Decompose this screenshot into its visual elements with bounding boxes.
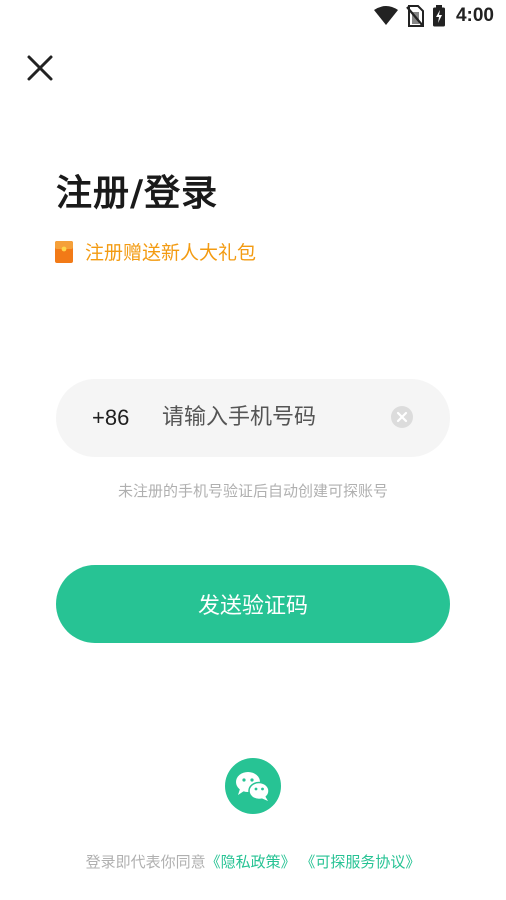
status-bar: 4:00 [0,0,506,34]
country-code-selector[interactable]: +86 [92,405,129,431]
close-icon [27,55,53,81]
agreement-text: 登录即代表你同意《隐私政策》 《可探服务协议》 [0,851,506,872]
wechat-icon [225,758,281,814]
registration-hint: 未注册的手机号验证后自动创建可探账号 [117,482,388,500]
battery-charging-icon [432,5,445,27]
clear-button[interactable] [390,405,414,429]
status-time: 4:00 [455,5,494,26]
no-sim-icon [406,5,424,27]
close-button[interactable] [24,52,56,84]
agreement-prefix: 登录即代表你同意 [85,853,206,871]
send-code-button[interactable]: 发送验证码 [56,565,450,643]
phone-input-box: +86 [56,379,450,457]
status-icons: 4:00 [373,5,494,27]
wechat-login-button[interactable] [225,758,281,814]
clear-icon [391,406,413,428]
wifi-icon [373,6,398,25]
page-title: 注册/登录 [56,173,219,214]
phone-input[interactable] [162,397,372,437]
promo-text: 注册赠送新人大礼包 [85,242,257,264]
gift-icon [55,240,73,263]
service-agreement-link[interactable]: 《可探服务协议》 [300,853,420,871]
promo-banner: 注册赠送新人大礼包 [55,238,256,265]
privacy-policy-link[interactable]: 《隐私政策》 [206,853,296,871]
